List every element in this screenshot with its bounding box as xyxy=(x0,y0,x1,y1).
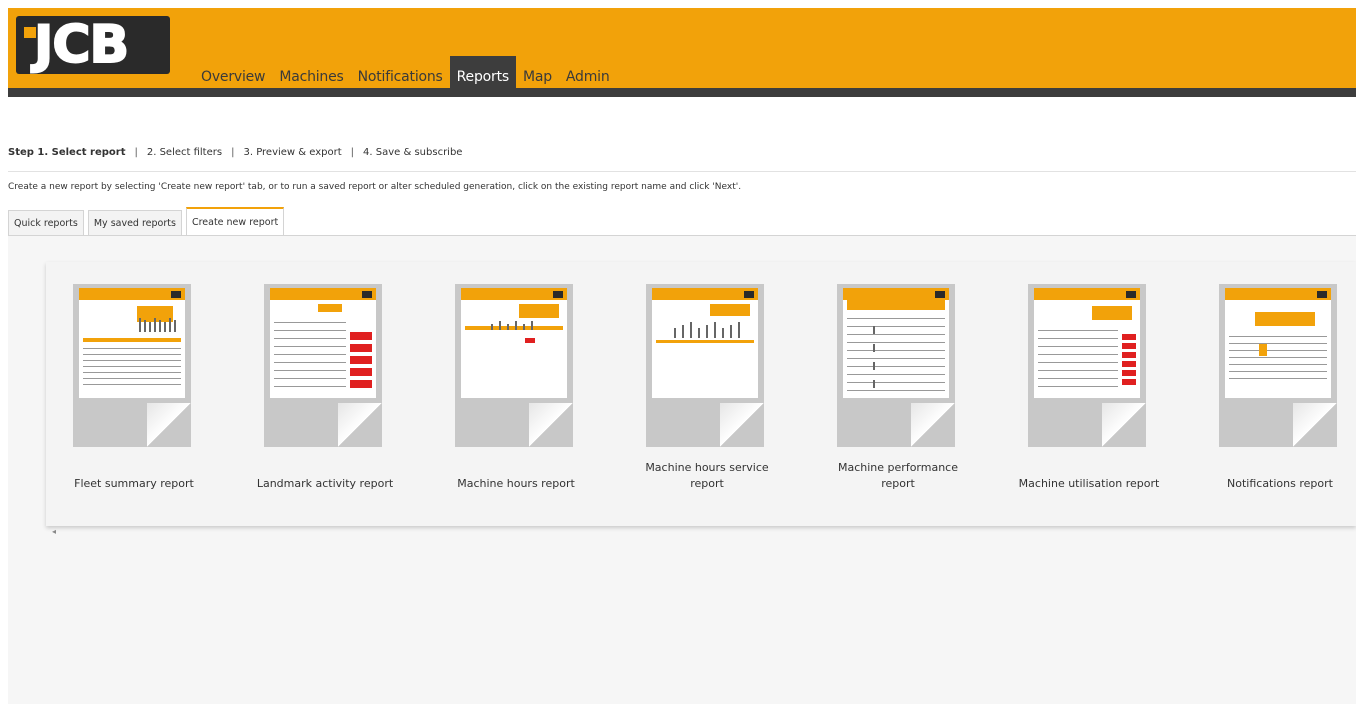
page-curl-icon xyxy=(147,403,191,447)
step-4[interactable]: 4. Save & subscribe xyxy=(363,147,462,158)
report-preview-page xyxy=(270,288,376,398)
tab-create-new-report[interactable]: Create new report xyxy=(185,207,285,235)
report-preview-page xyxy=(1034,288,1140,398)
report-card-label[interactable]: Machine hours service report xyxy=(627,460,787,492)
jcb-logo[interactable]: JCB xyxy=(16,14,170,76)
page-curl-icon xyxy=(720,403,764,447)
report-card[interactable]: Fleet summary report xyxy=(54,278,214,514)
tab-content: Fleet summary report Landmark activity r… xyxy=(8,236,1356,704)
header-underline xyxy=(8,88,1356,97)
report-preview-page xyxy=(1225,288,1331,398)
report-thumbnail-icon[interactable] xyxy=(1028,284,1146,447)
report-card-label[interactable]: Machine hours report xyxy=(436,476,596,492)
tab-quick-reports[interactable]: Quick reports xyxy=(8,210,84,235)
page-curl-icon xyxy=(338,403,382,447)
report-thumbnail-icon[interactable] xyxy=(455,284,573,447)
instruction-text: Create a new report by selecting 'Create… xyxy=(8,182,742,192)
report-thumbnail-icon[interactable] xyxy=(1219,284,1337,447)
scroll-left-icon[interactable]: ◂ xyxy=(52,527,56,536)
report-card[interactable]: Landmark activity report xyxy=(245,278,405,514)
report-thumbnail-icon[interactable] xyxy=(264,284,382,447)
step-separator: | xyxy=(350,147,355,158)
report-preview-page xyxy=(843,288,949,398)
page-curl-icon xyxy=(529,403,573,447)
report-card-label[interactable]: Landmark activity report xyxy=(245,476,405,492)
report-carousel[interactable]: Fleet summary report Landmark activity r… xyxy=(46,262,1356,526)
report-thumbnail-icon[interactable] xyxy=(837,284,955,447)
report-card-label[interactable]: Fleet summary report xyxy=(54,476,214,492)
report-card-label[interactable]: Notifications report xyxy=(1200,476,1356,492)
page-curl-icon xyxy=(1102,403,1146,447)
step-separator: | xyxy=(231,147,235,158)
report-card[interactable]: Notifications report xyxy=(1200,278,1356,514)
page-curl-icon xyxy=(1293,403,1337,447)
report-card-label[interactable]: Machine performance report xyxy=(818,460,978,492)
step-3[interactable]: 3. Preview & export xyxy=(243,147,341,158)
step-separator: | xyxy=(134,147,138,158)
logo-text: JCB xyxy=(33,14,130,76)
report-card[interactable]: Machine performance report xyxy=(818,278,978,514)
report-thumbnail-icon[interactable] xyxy=(73,284,191,447)
report-thumbnail-icon[interactable] xyxy=(646,284,764,447)
report-card-label[interactable]: Machine utilisation report xyxy=(1009,476,1169,492)
report-card[interactable]: Machine utilisation report xyxy=(1009,278,1169,514)
report-tabs: Quick reports My saved reports Create ne… xyxy=(8,207,288,235)
divider xyxy=(8,171,1356,172)
report-card[interactable]: Machine hours report xyxy=(436,278,596,514)
page-curl-icon xyxy=(911,403,955,447)
report-preview-page xyxy=(652,288,758,398)
step-1[interactable]: Step 1. Select report xyxy=(8,147,125,158)
step-2[interactable]: 2. Select filters xyxy=(147,147,222,158)
step-breadcrumb: Step 1. Select report | 2. Select filters |… xyxy=(8,147,462,158)
app-frame: JCB Overview Machines Notifications Repo… xyxy=(8,8,1356,704)
top-header: JCB Overview Machines Notifications Repo… xyxy=(8,8,1356,97)
report-preview-page xyxy=(79,288,185,398)
tab-my-saved-reports[interactable]: My saved reports xyxy=(87,210,182,235)
report-card[interactable]: Machine hours service report xyxy=(627,278,787,514)
report-preview-page xyxy=(461,288,567,398)
